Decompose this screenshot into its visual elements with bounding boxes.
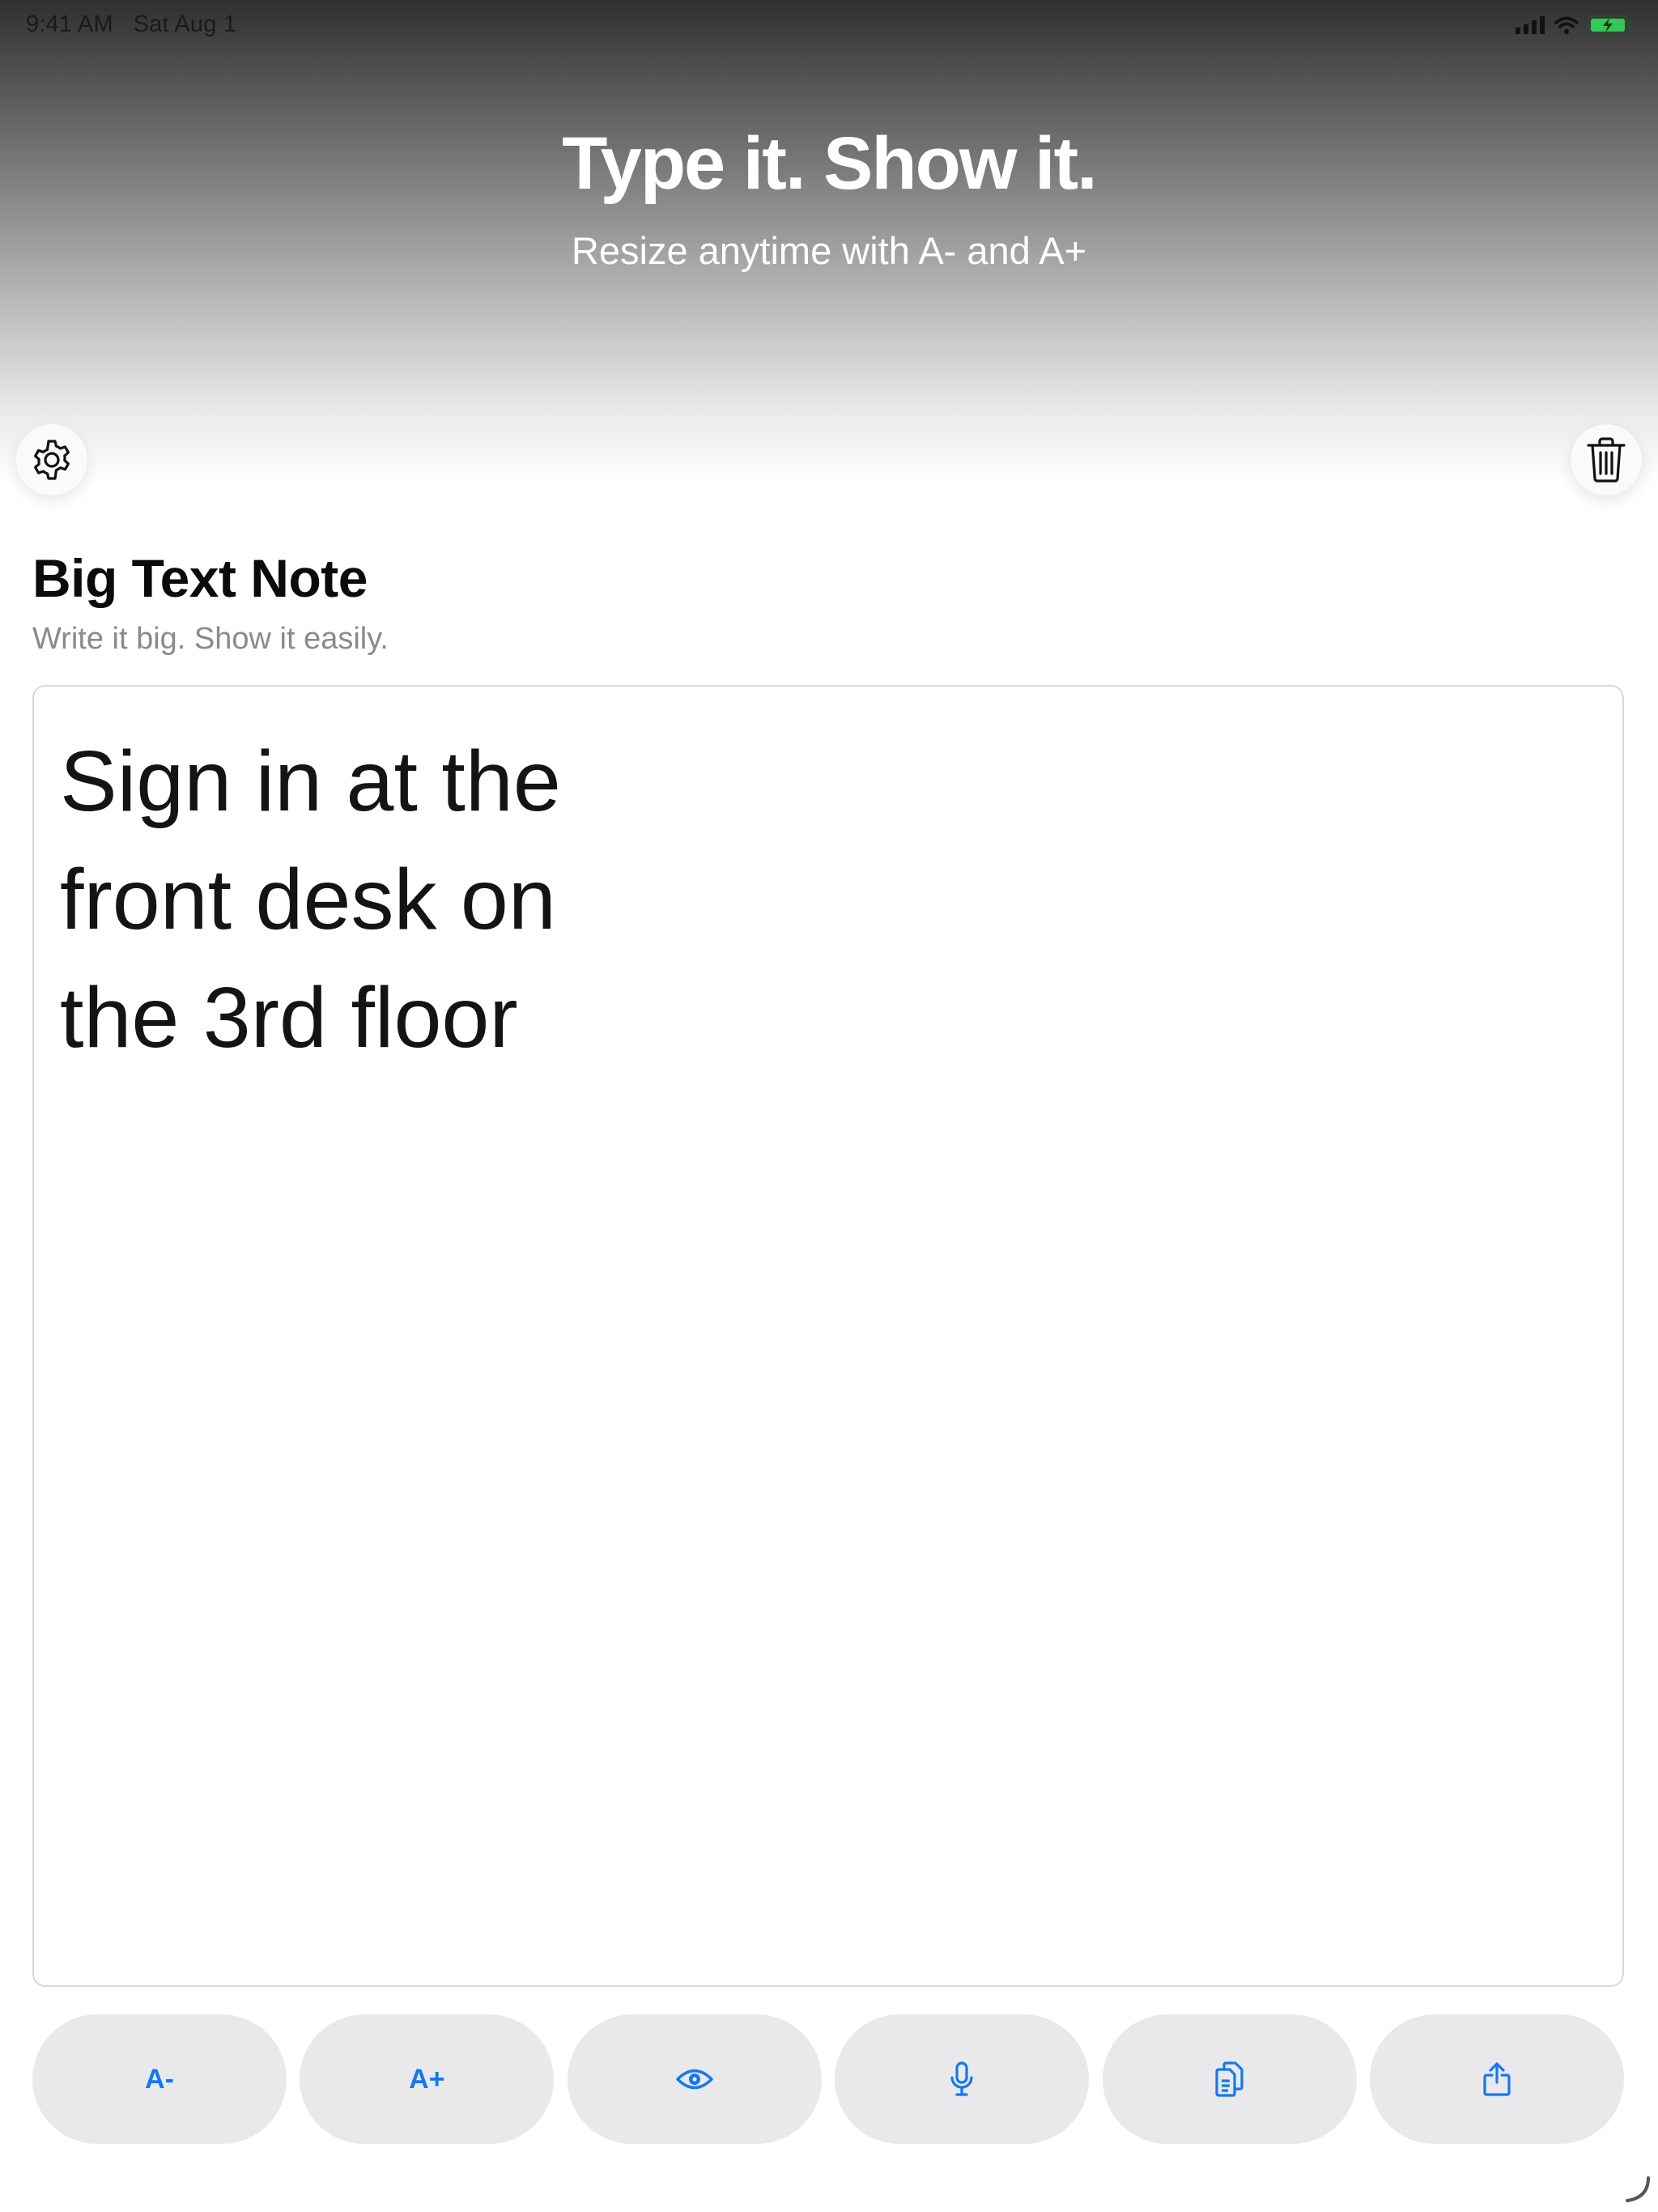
hero-title: Type it. Show it.	[562, 122, 1097, 205]
note-editor[interactable]: Sign in at the front desk on the 3rd flo…	[32, 685, 1624, 1987]
resize-grip-icon[interactable]	[1621, 2173, 1653, 2206]
preview-button[interactable]	[567, 2014, 822, 2144]
trash-icon	[1587, 437, 1626, 483]
eye-icon	[676, 2069, 713, 2090]
status-time: 9:41 AM	[26, 11, 113, 37]
battery-charging-icon	[1587, 15, 1633, 36]
hero-subtitle: Resize anytime with A- and A+	[571, 229, 1087, 272]
note-title: Big Text Note	[32, 548, 368, 608]
increase-text-size-button[interactable]: A+	[300, 2014, 555, 2144]
settings-button[interactable]	[16, 424, 87, 496]
bottom-toolbar: A- A+	[32, 2014, 1624, 2146]
hero-banner: 9:41 AM Sat Aug 1 Type it. Show it. Resi…	[0, 0, 1658, 486]
dictate-button[interactable]	[835, 2014, 1090, 2144]
decrease-text-size-button[interactable]: A-	[32, 2014, 287, 2144]
status-icons	[1516, 15, 1634, 36]
share-icon	[1483, 2062, 1511, 2096]
status-bar-time: 9:41 AM Sat Aug 1	[26, 11, 236, 38]
share-button[interactable]	[1369, 2014, 1624, 2144]
copy-icon	[1214, 2061, 1244, 2097]
delete-button[interactable]	[1571, 424, 1642, 496]
note-subtitle: Write it big. Show it easily.	[32, 622, 389, 656]
decrease-label: A-	[145, 2063, 174, 2095]
status-date: Sat Aug 1	[133, 11, 237, 37]
copy-button[interactable]	[1102, 2014, 1357, 2144]
increase-label: A+	[409, 2063, 445, 2095]
cellular-signal-icon	[1516, 16, 1545, 34]
gear-icon	[34, 440, 70, 480]
microphone-icon	[950, 2061, 973, 2096]
wifi-icon	[1554, 16, 1579, 34]
note-text[interactable]: Sign in at the front desk on the 3rd flo…	[60, 722, 627, 1077]
